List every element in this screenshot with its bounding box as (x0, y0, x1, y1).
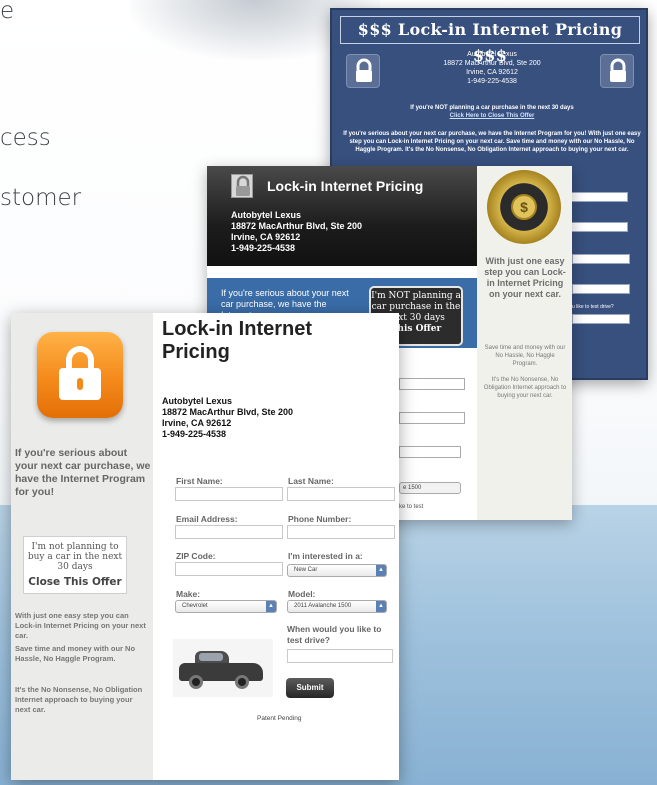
not-planning-text: If you're NOT planning a car purchase in… (410, 105, 574, 111)
model-value: 2011 Avalanche 1500 (294, 603, 352, 609)
form-select[interactable] (572, 284, 630, 294)
test-drive-label: When would you like to test drive? (287, 624, 382, 645)
dealer-city: Irvine, CA 92612 (231, 232, 301, 242)
form-input[interactable] (568, 222, 628, 232)
dealer-phone: 1-949-225-4538 (162, 429, 227, 439)
form-input[interactable] (399, 378, 465, 390)
not-planning-box: I'm not planning to buy a car in the nex… (23, 536, 127, 594)
no-nonsense-text: It's the No Nonsense, No Obligation Inte… (15, 685, 143, 714)
model-select[interactable]: e 1500 (399, 482, 461, 494)
form-select[interactable] (572, 254, 630, 264)
test-drive-input[interactable] (572, 314, 630, 324)
lock-icon (600, 54, 634, 88)
dealer-phone: 1-949-225-4538 (231, 243, 296, 253)
lock-icon (346, 54, 380, 88)
not-planning-text: I'm not planning to buy a car in the nex… (27, 542, 123, 572)
background-text-line: cess (0, 125, 51, 151)
dealer-street: 18872 MacArthur Blvd, Ste 200 (231, 221, 363, 231)
submit-button[interactable]: Submit (286, 678, 334, 698)
make-label: Make: (176, 589, 201, 599)
dealer-name: Autobytel Lexus (162, 396, 233, 406)
just-one-step-text: With just one easy step you can Lock-in … (484, 256, 566, 299)
card-back-title: $$$ Lock-in Internet Pricing $$$ (340, 16, 640, 65)
form-select[interactable] (399, 446, 461, 458)
background-text-line: e (0, 0, 15, 24)
background-text-line: stomer (0, 185, 82, 211)
dealer-name: Autobytel Lexus (231, 210, 302, 220)
form-input[interactable] (399, 412, 465, 424)
lock-icon (37, 332, 123, 418)
make-select[interactable]: Chevrolet ▲ (175, 600, 277, 613)
card-front-title: Lock-in Internet Pricing (162, 318, 313, 363)
chevron-down-icon: ▲ (266, 601, 276, 612)
lockin-card-front: If you're serious about your next car pu… (11, 313, 399, 780)
email-label: Email Address: (176, 514, 238, 524)
test-drive-label: ke to test (399, 504, 424, 510)
serious-text: If you're serious about your next car pu… (15, 447, 151, 498)
model-label: Model: (288, 589, 316, 599)
save-time-text: Save time and money with our No Hassle, … (484, 345, 566, 367)
lock-icon (231, 174, 253, 198)
first-name-label: First Name: (176, 476, 223, 486)
interested-value: New Car (294, 567, 318, 573)
just-one-step-text: With just one easy step you can Lock-in … (15, 611, 146, 640)
model-select[interactable]: 2011 Avalanche 1500 ▲ (287, 600, 387, 613)
card-middle-side: $ With just one easy step you can Lock-i… (477, 166, 572, 520)
last-name-label: Last Name: (288, 476, 334, 486)
dealer-street: 18872 MacArthur Blvd, Ste 200 (443, 60, 541, 67)
no-obligation-seal-icon: $ (487, 170, 561, 244)
chevron-down-icon: ▲ (376, 601, 386, 612)
dollar-coin-icon: $ (511, 194, 537, 220)
form-input[interactable] (568, 192, 628, 202)
zip-label: ZIP Code: (176, 551, 216, 561)
interested-label: I'm interested in a: (288, 551, 363, 561)
save-time-text: Save time and money with our No Hassle, … (15, 644, 136, 663)
close-offer-button[interactable]: Close This Offer (24, 577, 126, 588)
dealer-name: Autobytel Lexus (467, 51, 517, 58)
dealer-phone: 1-949-225-4538 (467, 78, 517, 85)
phone-input[interactable] (287, 525, 395, 539)
dealer-city: Irvine, CA 92612 (466, 69, 518, 76)
make-value: Chevrolet (182, 603, 208, 609)
no-nonsense-text: It's the No Nonsense, No Obligation Inte… (483, 377, 567, 399)
chevron-down-icon: ▲ (376, 565, 386, 576)
email-input[interactable] (175, 525, 283, 539)
patent-pending-text: Patent Pending (257, 715, 302, 722)
last-name-input[interactable] (287, 487, 395, 501)
zip-input[interactable] (175, 562, 283, 576)
dealer-city: Irvine, CA 92612 (162, 418, 232, 428)
interested-select[interactable]: New Car ▲ (287, 564, 387, 577)
first-name-input[interactable] (175, 487, 283, 501)
dealer-street: 18872 MacArthur Blvd, Ste 200 (162, 407, 294, 417)
test-drive-input[interactable] (287, 649, 393, 663)
side-copy: Save time and money with our No Hassle, … (483, 344, 567, 400)
close-offer-link[interactable]: Click Here to Close This Offer (352, 112, 632, 120)
dealer-address: Autobytel Lexus 18872 MacArthur Blvd, St… (162, 396, 293, 440)
dealer-address: Autobytel Lexus 18872 MacArthur Blvd, St… (231, 210, 362, 254)
card-back-body: If you're serious about your next car pu… (343, 131, 641, 153)
not-planning-notice: If you're NOT planning a car purchase in… (352, 104, 632, 120)
test-drive-label: u like to test drive? (572, 304, 614, 310)
vehicle-image (173, 639, 273, 697)
card-front-sidebar: If you're serious about your next car pu… (11, 313, 153, 780)
card-middle-header: Lock-in Internet Pricing Autobytel Lexus… (207, 166, 477, 266)
phone-label: Phone Number: (288, 514, 352, 524)
dealer-address: Autobytel Lexus 18872 MacArthur Blvd, St… (402, 50, 582, 86)
card-middle-title: Lock-in Internet Pricing (267, 178, 424, 194)
